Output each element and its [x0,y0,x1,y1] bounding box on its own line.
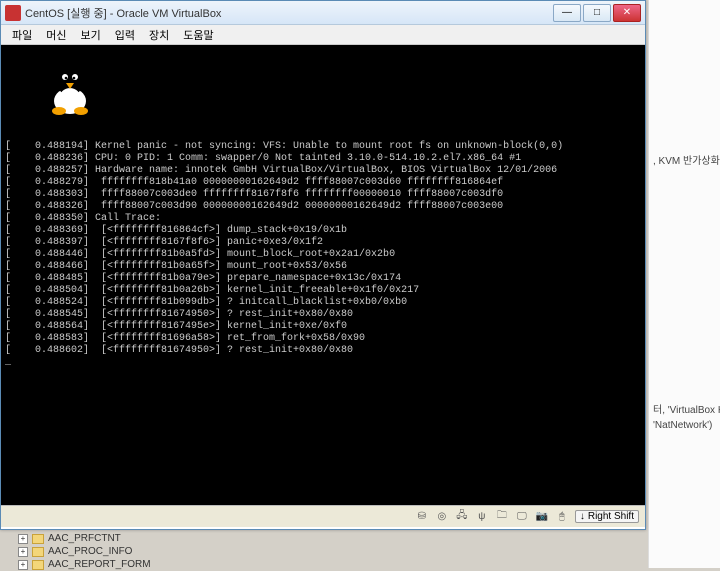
side-text-1: , KVM 반가상화 [649,150,720,169]
log-line: [ 0.488397] [<ffffffff8167f8f6>] panic+0… [5,237,323,248]
tree-label: AAC_PROC_INFO [48,546,132,557]
mouse-icon[interactable]: 🖰 [555,510,569,524]
maximize-button[interactable]: □ [583,4,611,22]
window-title: CentOS [실행 중] - Oracle VM VirtualBox [25,5,553,21]
log-line: [ 0.488326] ffff88007c003d90 00000000162… [5,201,503,212]
folder-icon [32,547,44,557]
log-line: [ 0.488485] [<ffffffff81b0a79e>] prepare… [5,273,401,284]
camera-icon[interactable]: 📷 [535,510,549,524]
side-text-2a: 터, 'VirtualBox Ho [649,399,720,418]
log-line: [ 0.488303] ffff88007c003de0 ffffffff816… [5,189,503,200]
host-key-label: Right Shift [588,511,634,522]
close-button[interactable]: ✕ [613,4,641,22]
tux-logo-icon [11,51,57,103]
menu-devices[interactable]: 장치 [142,25,176,45]
menubar: 파일 머신 보기 입력 장치 도움말 [1,25,645,45]
chevron-down-icon: ↓ [580,511,585,522]
log-line: [ 0.488257] Hardware name: innotek GmbH … [5,165,557,176]
log-line: [ 0.488350] Call Trace: [5,213,161,224]
share-icon[interactable]: 🗀 [495,510,509,524]
log-line: [ 0.488545] [<ffffffff81674950>] ? rest_… [5,309,353,320]
tree-item-aac-prfctnt[interactable]: + AAC_PRFCTNT [18,532,151,545]
log-line: [ 0.488369] [<ffffffff816864cf>] dump_st… [5,225,347,236]
cursor: _ [5,357,11,368]
display-icon[interactable]: 🖵 [515,510,529,524]
log-line: [ 0.488564] [<ffffffff8167495e>] kernel_… [5,321,347,332]
expand-icon[interactable]: + [18,547,28,557]
titlebar[interactable]: CentOS [실행 중] - Oracle VM VirtualBox — □… [1,1,645,25]
log-line: [ 0.488504] [<ffffffff81b0a26b>] kernel_… [5,285,419,296]
minimize-button[interactable]: — [553,4,581,22]
usb-icon[interactable]: ψ [475,510,489,524]
menu-help[interactable]: 도움말 [176,25,220,45]
tree-item-aac-report-form[interactable]: + AAC_REPORT_FORM [18,558,151,571]
log-line: [ 0.488446] [<ffffffff81b0a5fd>] mount_b… [5,249,395,260]
log-line: [ 0.488466] [<ffffffff81b0a65f>] mount_r… [5,261,347,272]
log-line: [ 0.488583] [<ffffffff81696a58>] ret_fro… [5,333,365,344]
menu-file[interactable]: 파일 [5,25,39,45]
tree-item-aac-proc-info[interactable]: + AAC_PROC_INFO [18,545,151,558]
log-line: [ 0.488236] CPU: 0 PID: 1 Comm: swapper/… [5,153,521,164]
expand-icon[interactable]: + [18,534,28,544]
tree-label: AAC_PRFCTNT [48,533,121,544]
folder-icon [32,560,44,570]
log-line: [ 0.488524] [<ffffffff81b099db>] ? initc… [5,297,407,308]
log-line: [ 0.488279] ffffffff818b41a0 00000000162… [5,177,503,188]
vm-window: CentOS [실행 중] - Oracle VM VirtualBox — □… [0,0,646,530]
net-icon[interactable]: 🖧 [455,510,469,524]
menu-view[interactable]: 보기 [74,25,108,45]
menu-input[interactable]: 입력 [108,25,142,45]
tree-view: + AAC_PRFCTNT + AAC_PROC_INFO + AAC_REPO… [18,532,151,571]
tree-label: AAC_REPORT_FORM [48,559,151,570]
hdd-icon[interactable]: ⛁ [415,510,429,524]
folder-icon [32,534,44,544]
menu-machine[interactable]: 머신 [39,25,73,45]
boot-log: [ 0.488194] Kernel panic - not syncing: … [5,141,641,369]
expand-icon[interactable]: + [18,560,28,570]
side-text-2b: 'NatNetwork') [649,418,720,433]
log-line: [ 0.488194] Kernel panic - not syncing: … [5,141,563,152]
statusbar: ⛁ ◎ 🖧 ψ 🗀 🖵 📷 🖰 ↓ Right Shift [1,505,645,527]
console-output: [ 0.488194] Kernel panic - not syncing: … [1,45,645,505]
host-key-indicator[interactable]: ↓ Right Shift [575,510,639,523]
window-buttons: — □ ✕ [553,4,641,22]
app-icon [5,5,21,21]
log-line: [ 0.488602] [<ffffffff81674950>] ? rest_… [5,345,353,356]
side-panel: , KVM 반가상화 터, 'VirtualBox Ho 'NatNetwork… [648,0,720,568]
disc-icon[interactable]: ◎ [435,510,449,524]
